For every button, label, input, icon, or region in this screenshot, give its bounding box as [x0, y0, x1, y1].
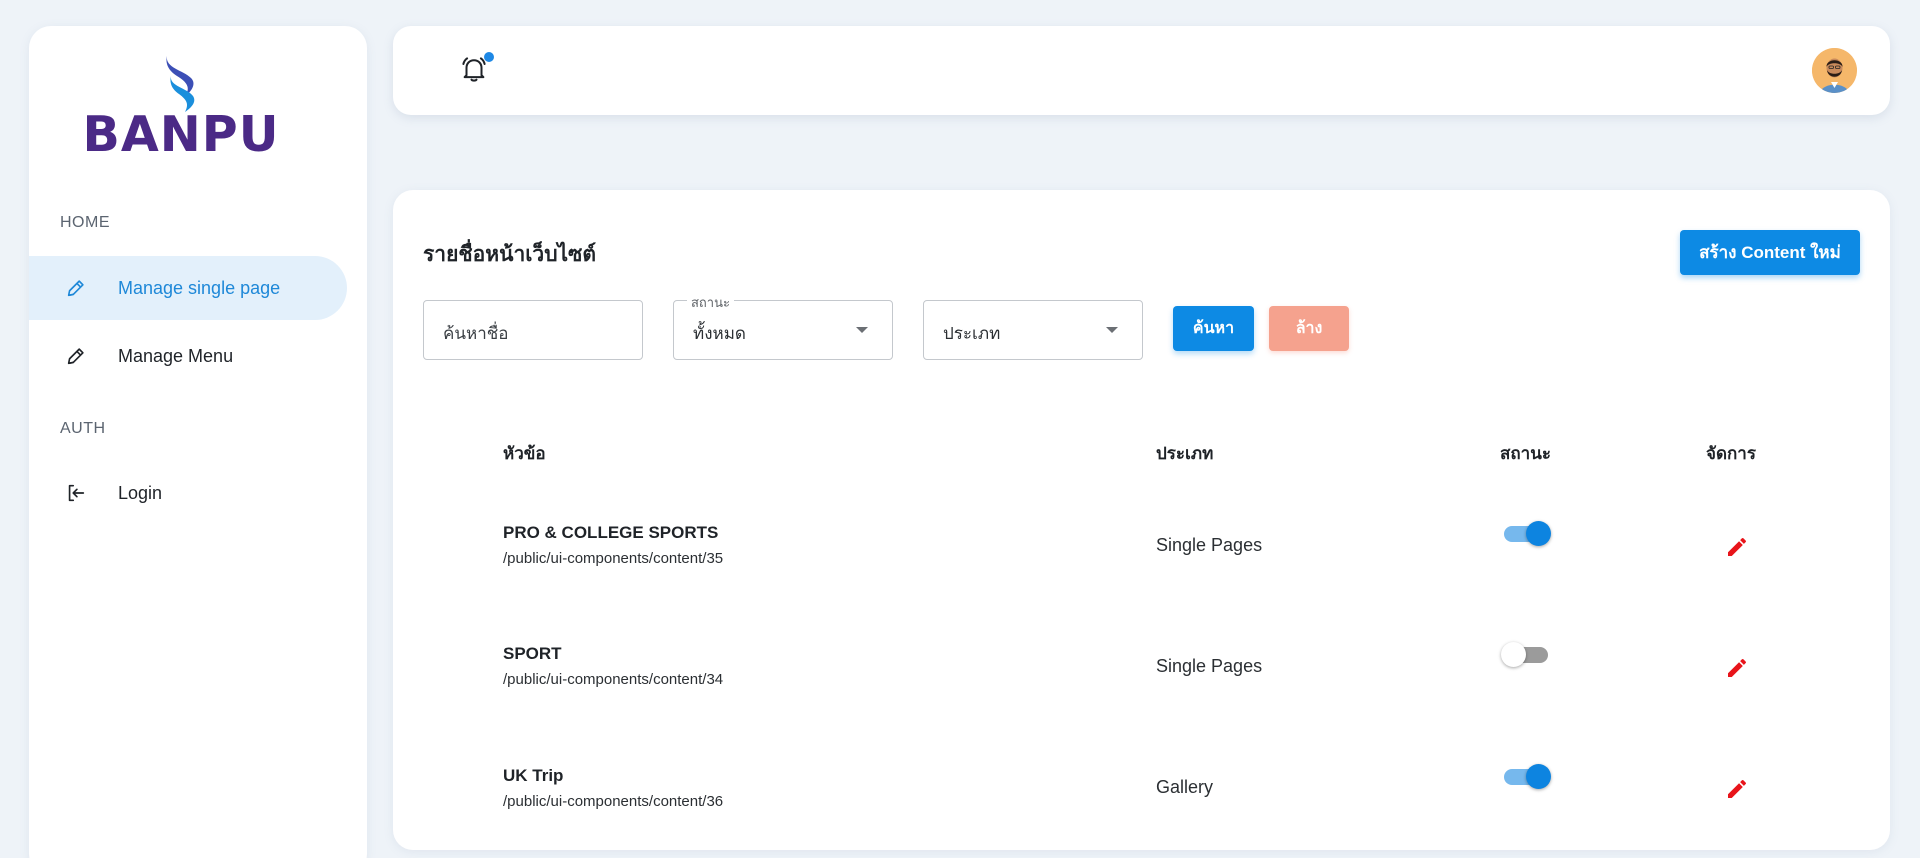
search-button[interactable]: ค้นหา — [1173, 306, 1254, 351]
status-toggle[interactable] — [1501, 762, 1551, 790]
create-content-button[interactable]: สร้าง Content ใหม่ — [1680, 230, 1860, 275]
flame-icon — [166, 56, 195, 112]
notification-badge — [484, 52, 494, 62]
edit-icon[interactable] — [1725, 777, 1751, 803]
sidebar-item-label: Login — [118, 482, 163, 503]
brand-name: BANPU — [82, 106, 280, 163]
status-select-value: ทั้งหมด — [693, 324, 746, 343]
sidebar-item-manage-single-page[interactable]: Manage single page — [29, 256, 347, 320]
row-type: Single Pages — [1156, 656, 1263, 676]
row-path: /public/ui-components/content/35 — [503, 550, 724, 567]
type-select-value: ประเภท — [943, 324, 1001, 343]
toggle-thumb — [1526, 521, 1551, 546]
column-header-type: ประเภท — [1156, 444, 1214, 463]
brand-logo: BANPU — [81, 50, 291, 163]
toggle-thumb — [1526, 764, 1551, 789]
status-select-label: สถานะ — [687, 292, 734, 313]
top-bar — [393, 26, 1890, 115]
sidebar: BANPU HOME Manage single page Manage Men… — [29, 26, 367, 858]
row-title: PRO & COLLEGE SPORTS — [503, 523, 719, 542]
content-card: รายชื่อหน้าเว็บไซต์ สร้าง Content ใหม่ ค… — [393, 190, 1890, 850]
clear-button[interactable]: ล้าง — [1269, 306, 1349, 351]
column-header-actions: จัดการ — [1706, 444, 1756, 463]
column-header-status: สถานะ — [1500, 444, 1551, 463]
nav-section-home: HOME — [60, 214, 110, 231]
search-input[interactable]: ค้นหาชื่อ — [423, 300, 643, 360]
row-path: /public/ui-components/content/34 — [503, 671, 724, 688]
sidebar-item-manage-menu[interactable]: Manage Menu — [29, 324, 347, 388]
chevron-down-icon — [1106, 327, 1118, 333]
pencil-icon — [63, 343, 89, 369]
search-placeholder: ค้นหาชื่อ — [443, 324, 509, 343]
login-icon — [63, 480, 89, 506]
chevron-down-icon — [856, 327, 868, 333]
nav-section-auth: AUTH — [60, 420, 106, 437]
row-path: /public/ui-components/content/36 — [503, 793, 724, 810]
edit-icon[interactable] — [1725, 656, 1751, 682]
row-title: SPORT — [503, 644, 562, 663]
page-title: รายชื่อหน้าเว็บไซต์ — [423, 243, 596, 266]
sidebar-item-label: Manage single page — [118, 277, 281, 298]
sidebar-item-login[interactable]: Login — [29, 461, 347, 525]
row-type: Single Pages — [1156, 535, 1263, 555]
edit-icon[interactable] — [1725, 535, 1751, 561]
column-header-title: หัวข้อ — [503, 444, 546, 463]
status-select[interactable]: สถานะ ทั้งหมด — [673, 292, 893, 360]
row-title: UK Trip — [503, 766, 564, 785]
sidebar-item-label: Manage Menu — [118, 345, 234, 366]
row-type: Gallery — [1156, 777, 1214, 797]
avatar[interactable] — [1812, 48, 1857, 93]
pencil-icon — [63, 275, 89, 301]
status-toggle[interactable] — [1501, 640, 1551, 668]
toggle-thumb — [1501, 642, 1526, 667]
status-toggle[interactable] — [1501, 519, 1551, 547]
type-select[interactable]: ประเภท — [923, 300, 1143, 360]
